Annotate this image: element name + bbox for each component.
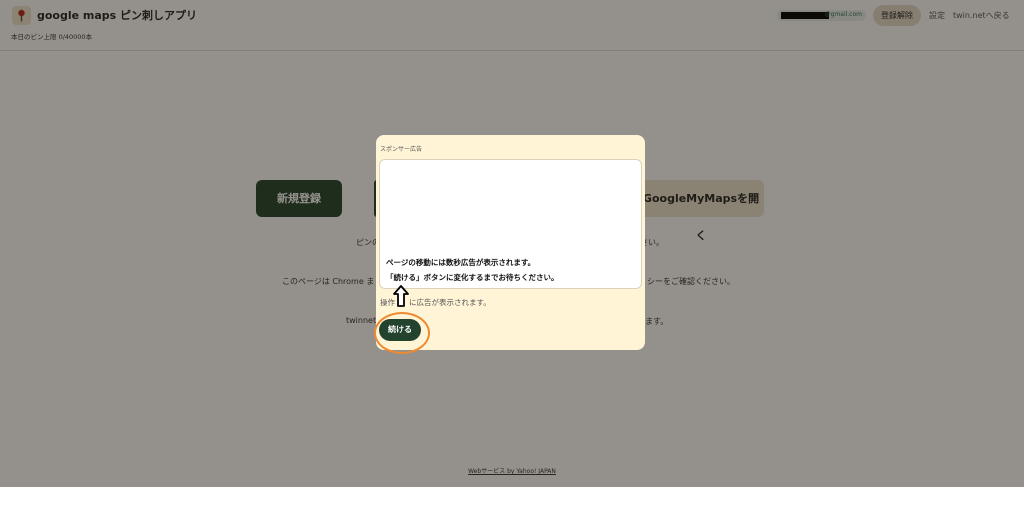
ad-wait-instruction: 「続ける」ボタンに変化するまでお待ちください。 [386, 273, 559, 282]
highlight-circle [374, 312, 430, 354]
ad-note-end: に広告が表示されます。 [409, 298, 491, 307]
sponsor-label: スポンサー広告 [380, 146, 423, 153]
app-page: google maps ピン刺しアプリ 本日のピン上限 0/40000本 @gm… [0, 0, 1024, 487]
ad-container: ページの移動には数秒広告が表示されます。 「続ける」ボタンに変化するまでお待ちく… [379, 159, 642, 289]
arrow-up-icon [393, 285, 409, 307]
ad-wait-message: ページの移動には数秒広告が表示されます。 [386, 258, 536, 267]
